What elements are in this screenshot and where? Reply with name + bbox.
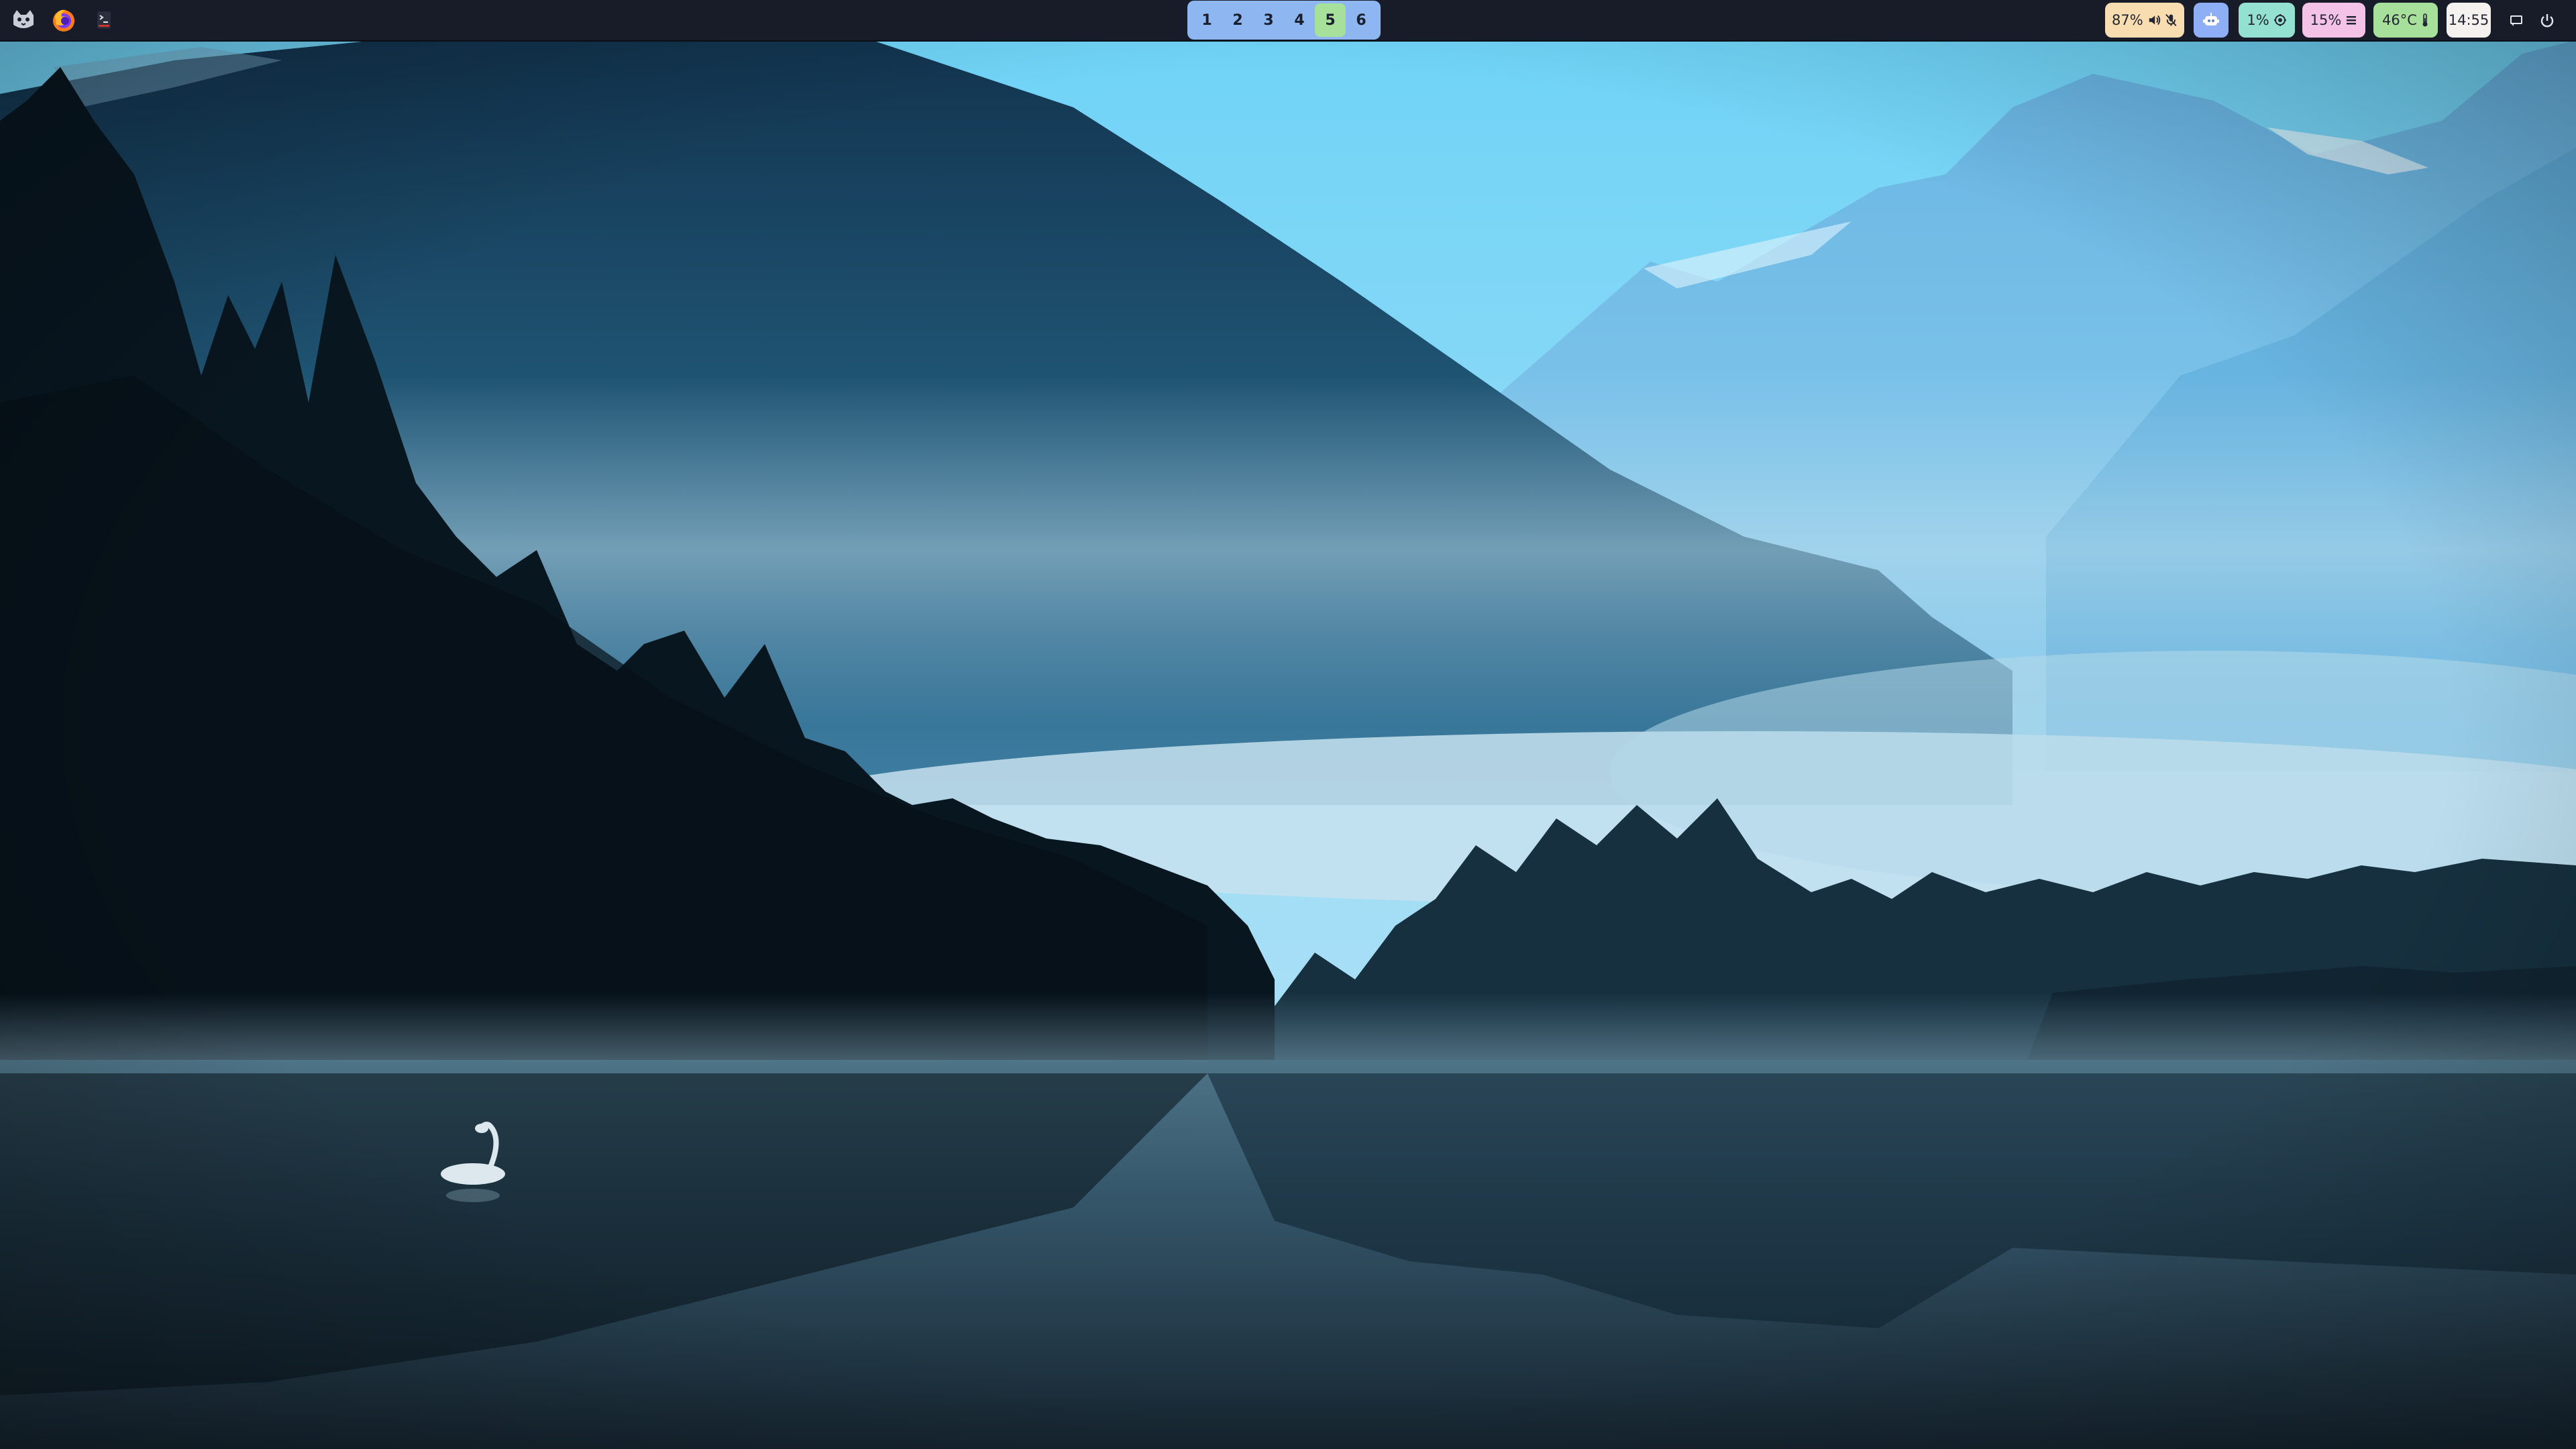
workspace-button-4[interactable]: 4 <box>1284 3 1315 37</box>
desktop: 1 2 3 4 5 6 87% 1% 15% 46°C 14:55 <box>0 0 2576 1449</box>
memory-module[interactable]: 15% <box>2302 3 2365 38</box>
top-bar: 1 2 3 4 5 6 87% 1% 15% 46°C 14:55 <box>0 0 2576 42</box>
launcher-terminal[interactable] <box>89 5 119 36</box>
cpu-icon <box>2273 14 2286 26</box>
launcher-cat[interactable] <box>8 5 39 36</box>
cpu-module[interactable]: 1% <box>2239 3 2295 38</box>
firefox-icon <box>53 9 74 32</box>
workspace-button-3[interactable]: 3 <box>1253 3 1284 37</box>
memory-usage: 15% <box>2310 12 2342 28</box>
workspace-button-2[interactable]: 2 <box>1222 3 1253 37</box>
clock-time: 14:55 <box>2448 12 2489 28</box>
cpu-usage: 1% <box>2247 12 2269 28</box>
notification-button[interactable] <box>2505 9 2528 32</box>
microphone-muted-icon <box>2165 13 2177 27</box>
robot-icon <box>2203 13 2219 25</box>
temperature-module[interactable]: 46°C <box>2373 3 2438 38</box>
volume-icon <box>2149 15 2160 25</box>
temperature-value: 46°C <box>2382 12 2417 28</box>
power-icon <box>2540 14 2554 28</box>
launcher-firefox[interactable] <box>48 5 79 36</box>
volume-level: 87% <box>2112 12 2143 28</box>
desktop-wallpaper <box>0 0 2576 1449</box>
memory-icon <box>2347 16 2357 25</box>
terminal-icon <box>97 11 111 29</box>
workspace-button-1[interactable]: 1 <box>1191 3 1222 37</box>
workspace-button-5[interactable]: 5 <box>1315 3 1346 37</box>
audio-module[interactable]: 87% <box>2105 3 2184 38</box>
thermometer-icon <box>2422 13 2428 27</box>
power-button[interactable] <box>2536 9 2559 32</box>
clock-module[interactable]: 14:55 <box>2447 3 2491 38</box>
cat-icon <box>13 10 34 28</box>
bot-module[interactable] <box>2194 3 2229 38</box>
workspace-switcher: 1 2 3 4 5 6 <box>1187 1 1381 40</box>
notification-icon <box>2510 15 2522 26</box>
workspace-button-6[interactable]: 6 <box>1346 3 1377 37</box>
